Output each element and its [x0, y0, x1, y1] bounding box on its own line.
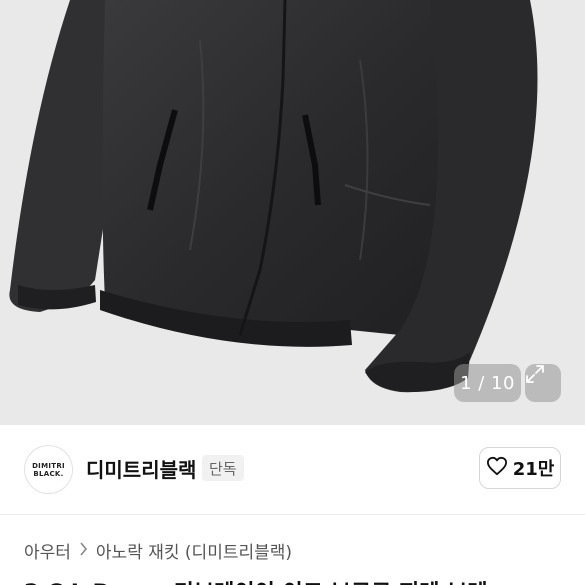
like-count: 21만	[512, 459, 555, 480]
seller-logo-line2: BLACK.	[33, 469, 64, 478]
breadcrumb-item-outer[interactable]: 아우터	[24, 538, 71, 563]
seller-logo-line1: DIMITRI	[32, 461, 65, 470]
breadcrumb: 아우터 아노락 재킷 (디미트리블랙)	[24, 538, 292, 563]
like-button[interactable]: 21만	[479, 447, 561, 489]
seller-name[interactable]: 디미트리블랙	[86, 454, 196, 483]
heart-outline-icon	[486, 456, 508, 480]
jacket-product-image	[9, 0, 538, 393]
product-image-gallery[interactable]: 1 / 10	[0, 0, 585, 425]
pager-text: 1 / 10	[460, 372, 515, 394]
seller-row: DIMITRI BLACK. 디미트리블랙 단독 21만	[0, 425, 585, 515]
expand-image-button[interactable]	[525, 364, 561, 402]
exclusive-badge: 단독	[202, 455, 244, 481]
product-title: 2 C L D a ... 디보레이이 이드 브로르 지레 브레	[24, 575, 569, 585]
seller-logo[interactable]: DIMITRI BLACK.	[24, 445, 73, 494]
chevron-right-icon	[79, 541, 88, 560]
image-pager-indicator: 1 / 10	[454, 364, 521, 402]
breadcrumb-item-anorak[interactable]: 아노락 재킷 (디미트리블랙)	[96, 538, 292, 563]
